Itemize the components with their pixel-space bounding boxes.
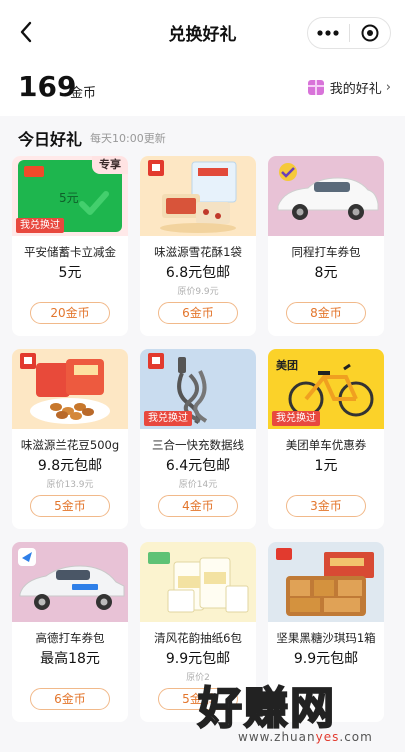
white-car-image [268,156,384,236]
sachima-box-image [268,542,384,622]
redeemed-badge: 我兑换过 [144,411,192,426]
coin-balance-unit: 金币 [70,86,97,101]
snack-illustration [148,160,237,233]
my-gifts-label: 我的好礼 [329,82,382,97]
gift-name: 同程打车券包 [291,245,361,259]
beans-illustration [20,353,110,424]
close-button[interactable] [350,18,391,48]
redeemed-badge: 我兑换过 [272,411,320,426]
coin-balance-value: 169 [18,70,77,103]
gift-original-price: 原价9.9元 [177,287,219,297]
nav-header: 兑换好礼 [0,0,405,64]
gift-card[interactable]: 美团 我兑换过 美团单车优惠券 1元 3金币 [268,349,384,529]
exclusive-badge: 专享 [92,156,128,174]
gift-grid: 5元 专享 我兑换过 平安储蓄卡立减金 5元 20金币 味滋源雪花酥1袋 6.8… [12,156,384,722]
gift-price: 1元 [314,458,338,474]
tissue-packs-image [140,542,256,622]
gift-icon [307,80,324,95]
gift-price: 6.4元包邮 [165,458,231,474]
gift-original-price: 原价2 [186,673,210,683]
miniapp-capsule [307,17,391,49]
section-title: 今日好礼 [18,130,83,149]
redeem-button[interactable]: 3金币 [286,495,366,517]
redeem-button[interactable]: 8金币 [286,302,366,324]
meituan-logo: 美团 [276,359,298,372]
more-button[interactable] [308,18,349,48]
gift-name: 美团单车优惠券 [285,438,367,452]
gift-name: 三合一快充数据线 [152,438,244,452]
gift-name: 清风花韵抽纸6包 [154,631,242,645]
taxi-illustration [18,548,125,610]
sachima-illustration [276,548,374,616]
green-voucher-card-image: 5元 专享 我兑换过 [12,156,128,236]
gift-price: 9.8元包邮 [37,458,103,474]
gift-card[interactable]: 味滋源兰花豆500g 9.8元包邮 原价13.9元 5金币 [12,349,128,529]
gift-price: 9.9元包邮 [165,651,231,667]
gift-card[interactable]: 同程打车券包 8元 8金币 [268,156,384,336]
gift-name: 高德打车券包 [35,631,105,645]
my-gifts-link[interactable]: 我的好礼 › [307,78,391,97]
gift-name: 坚果黑糖沙琪玛1箱 [276,631,376,645]
chevron-right-icon: › [385,80,391,95]
watermark-url: www.zhuanyes.com [238,730,373,744]
more-dots-icon [317,30,339,36]
gift-card[interactable]: 味滋源雪花酥1袋 6.8元包邮 原价9.9元 6金币 [140,156,256,336]
gift-card[interactable]: 高德打车券包 最高18元 6金币 [12,542,128,722]
redeem-button[interactable]: 20金币 [30,302,110,324]
gift-card[interactable]: 5元 专享 我兑换过 平安储蓄卡立减金 5元 20金币 [12,156,128,336]
white-taxi-car-image [12,542,128,622]
tissue-illustration [148,552,249,613]
redeem-button[interactable]: 6金币 [158,302,238,324]
gift-card[interactable]: 坚果黑糖沙琪玛1箱 9.9元包邮 [268,542,384,722]
gift-card[interactable]: 清风花韵抽纸6包 9.9元包邮 原价2 5金币 [140,542,256,722]
voucher-amount: 5元 [59,191,79,205]
gift-price: 8元 [314,265,338,281]
gift-price: 6.8元包邮 [165,265,231,281]
gift-card[interactable]: 我兑换过 三合一快充数据线 6.4元包邮 原价14元 4金币 [140,349,256,529]
snowflake-crisp-snack-image [140,156,256,236]
charging-cable-image: 我兑换过 [140,349,256,429]
section-subtitle: 每天10:00更新 [90,132,166,145]
gift-name: 味滋源兰花豆500g [20,438,120,452]
target-close-icon [361,24,379,42]
yellow-bicycle-image: 美团 我兑换过 [268,349,384,429]
gift-price: 9.9元包邮 [293,651,359,667]
car-illustration [277,163,379,220]
gift-price: 5元 [58,265,82,281]
section-header: 今日好礼 每天10:00更新 [0,116,405,154]
redeemed-badge: 我兑换过 [16,218,64,233]
redeem-button[interactable]: 4金币 [158,495,238,517]
redeem-button[interactable]: 5金币 [158,688,238,710]
gift-original-price: 原价14元 [178,480,218,490]
gift-name: 平安储蓄卡立减金 [24,245,116,259]
redeem-button[interactable]: 6金币 [30,688,110,710]
redeem-button[interactable]: 5金币 [30,495,110,517]
orchid-beans-pack-image [12,349,128,429]
coin-balance-bar: 169 金币 我的好礼 › [0,64,405,116]
gift-price: 最高18元 [40,651,100,667]
gift-original-price: 原价13.9元 [46,480,94,490]
gift-name: 味滋源雪花酥1袋 [154,245,242,259]
